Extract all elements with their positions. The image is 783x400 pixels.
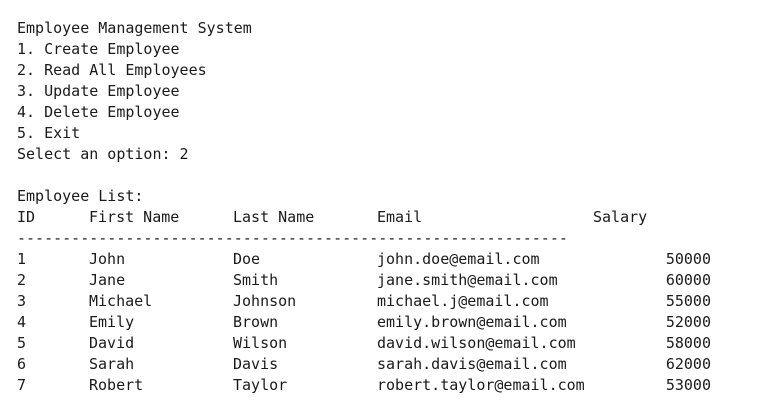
app-title: Employee Management System xyxy=(17,19,252,37)
table-separator: ----------------------------------------… xyxy=(17,229,568,247)
option-prompt[interactable]: Select an option: 2 xyxy=(17,144,767,165)
cell-last-name: Smith xyxy=(233,271,279,289)
cell-salary: 58000 xyxy=(665,334,711,352)
cell-id: 2 xyxy=(17,271,27,289)
cell-first-name: Robert xyxy=(89,376,144,394)
cell-first-name: Michael xyxy=(89,292,153,310)
cell-email: jane.smith@email.com xyxy=(377,271,558,289)
cell-first-name: John xyxy=(89,250,126,268)
cell-email: michael.j@email.com xyxy=(377,292,549,310)
cell-id: 5 xyxy=(17,334,27,352)
employee-list-title: Employee List: xyxy=(17,187,144,205)
cell-last-name: Brown xyxy=(233,313,279,331)
table-header: ID First Name Last Name Email Salary xyxy=(17,207,767,228)
cell-id: 4 xyxy=(17,313,27,331)
menu-item-read-all: 2. Read All Employees xyxy=(17,61,207,79)
cell-last-name: Johnson xyxy=(233,292,297,310)
table-row: 7 Robert Taylor robert.taylor@email.com 5300… xyxy=(17,375,767,396)
employee-rows: 1 John Doe john.doe@email.com 50000 2 Jane Smit… xyxy=(17,249,767,396)
cell-last-name: Doe xyxy=(233,250,261,268)
cell-salary: 53000 xyxy=(665,376,711,394)
table-row: 1 John Doe john.doe@email.com 50000 xyxy=(17,249,767,270)
cell-id: 7 xyxy=(17,376,27,394)
header-id: ID xyxy=(17,208,36,226)
table-row: 2 Jane Smith jane.smith@email.com 60000 xyxy=(17,270,767,291)
menu-item-exit: 5. Exit xyxy=(17,124,81,142)
table-row: 4 Emily Brown emily.brown@email.com 52000 xyxy=(17,312,767,333)
console-output: Employee Management System 1. Create Emp… xyxy=(17,18,767,396)
cell-salary: 55000 xyxy=(665,292,711,310)
cell-email: john.doe@email.com xyxy=(377,250,540,268)
cell-last-name: Wilson xyxy=(233,334,288,352)
cell-salary: 62000 xyxy=(665,355,711,373)
cell-id: 6 xyxy=(17,355,27,373)
menu-item-create: 1. Create Employee xyxy=(17,40,180,58)
header-email: Email xyxy=(377,208,423,226)
cell-id: 1 xyxy=(17,250,27,268)
cell-salary: 50000 xyxy=(665,250,711,268)
table-row: 6 Sarah Davis sarah.davis@email.com 62000 xyxy=(17,354,767,375)
cell-last-name: Davis xyxy=(233,355,279,373)
cell-first-name: Jane xyxy=(89,271,126,289)
table-row: 5 David Wilson david.wilson@email.com 58000 xyxy=(17,333,767,354)
header-last-name: Last Name xyxy=(233,208,315,226)
header-first-name: First Name xyxy=(89,208,180,226)
header-salary: Salary xyxy=(593,208,648,226)
cell-email: david.wilson@email.com xyxy=(377,334,576,352)
cell-email: robert.taylor@email.com xyxy=(377,376,585,394)
table-row: 3 Michael Johnson michael.j@email.com 55000 xyxy=(17,291,767,312)
cell-last-name: Taylor xyxy=(233,376,288,394)
menu-item-update: 3. Update Employee xyxy=(17,82,180,100)
cell-email: emily.brown@email.com xyxy=(377,313,567,331)
cell-first-name: David xyxy=(89,334,135,352)
menu-item-delete: 4. Delete Employee xyxy=(17,103,180,121)
cell-first-name: Sarah xyxy=(89,355,135,373)
cell-id: 3 xyxy=(17,292,27,310)
cell-email: sarah.davis@email.com xyxy=(377,355,567,373)
cell-first-name: Emily xyxy=(89,313,135,331)
cell-salary: 52000 xyxy=(665,313,711,331)
cell-salary: 60000 xyxy=(665,271,711,289)
